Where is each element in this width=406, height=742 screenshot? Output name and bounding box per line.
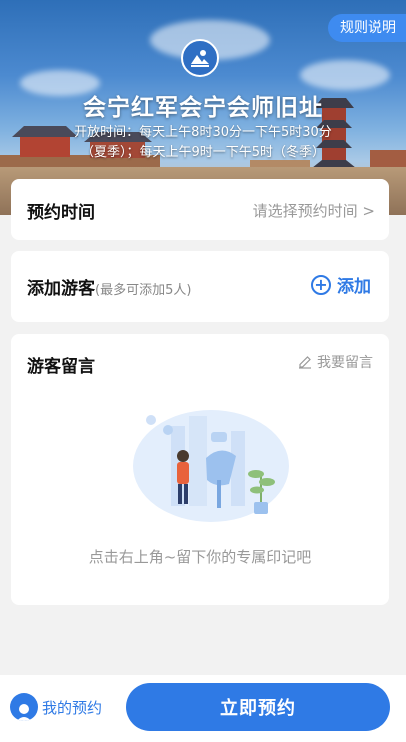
my-booking-label: 我的预约 bbox=[42, 698, 103, 717]
empty-messages-text: 点击右上角~留下你的专属印记吧 bbox=[88, 548, 312, 566]
pencil-icon bbox=[299, 356, 311, 369]
booking-time-selector[interactable]: 请选择预约时间 > bbox=[253, 200, 375, 221]
visitors-title: 添加游客 bbox=[27, 279, 95, 299]
leave-message-button[interactable]: 我要留言 bbox=[298, 352, 373, 372]
book-now-button[interactable]: 立即预约 bbox=[126, 683, 390, 731]
booking-time-row[interactable]: 预约时间 请选择预约时间 > bbox=[11, 179, 389, 240]
opening-hours-line2: （夏季）；每天上午9时一下午5时（冬季） bbox=[80, 145, 326, 160]
site-logo-icon bbox=[181, 39, 219, 77]
messages-card: 游客留言 我要留言 点击右上角~留下你的专属印记吧 bbox=[11, 334, 389, 605]
opening-hours-line1: 开放时间：每天上午8时30分一下午5时30分 bbox=[74, 125, 332, 140]
empty-messages-illustration bbox=[133, 410, 289, 522]
leave-message-label: 我要留言 bbox=[317, 355, 373, 371]
bottom-action-bar: 我的预约 立即预约 bbox=[0, 675, 406, 742]
rules-button[interactable]: 规则说明 bbox=[328, 14, 406, 42]
add-visitor-label: 添加 bbox=[337, 277, 371, 297]
site-title: 会宁红军会宁会师旧址 bbox=[83, 95, 323, 121]
add-visitor-button[interactable]: + 添加 bbox=[311, 272, 371, 297]
user-avatar-icon bbox=[10, 693, 38, 721]
visitors-card: 添加游客(最多可添加5人) + 添加 bbox=[11, 251, 389, 322]
plus-circle-icon: + bbox=[311, 274, 331, 295]
messages-label: 游客留言 bbox=[27, 357, 95, 377]
booking-time-label: 预约时间 bbox=[27, 203, 95, 223]
opening-hours: 开放时间：每天上午8时30分一下午5时30分 （夏季）；每天上午9时一下午5时（… bbox=[0, 123, 406, 163]
my-booking-link[interactable]: 我的预约 bbox=[10, 693, 102, 721]
visitors-label: 添加游客(最多可添加5人) bbox=[27, 274, 191, 299]
visitors-limit-hint: (最多可添加5人) bbox=[95, 283, 192, 298]
